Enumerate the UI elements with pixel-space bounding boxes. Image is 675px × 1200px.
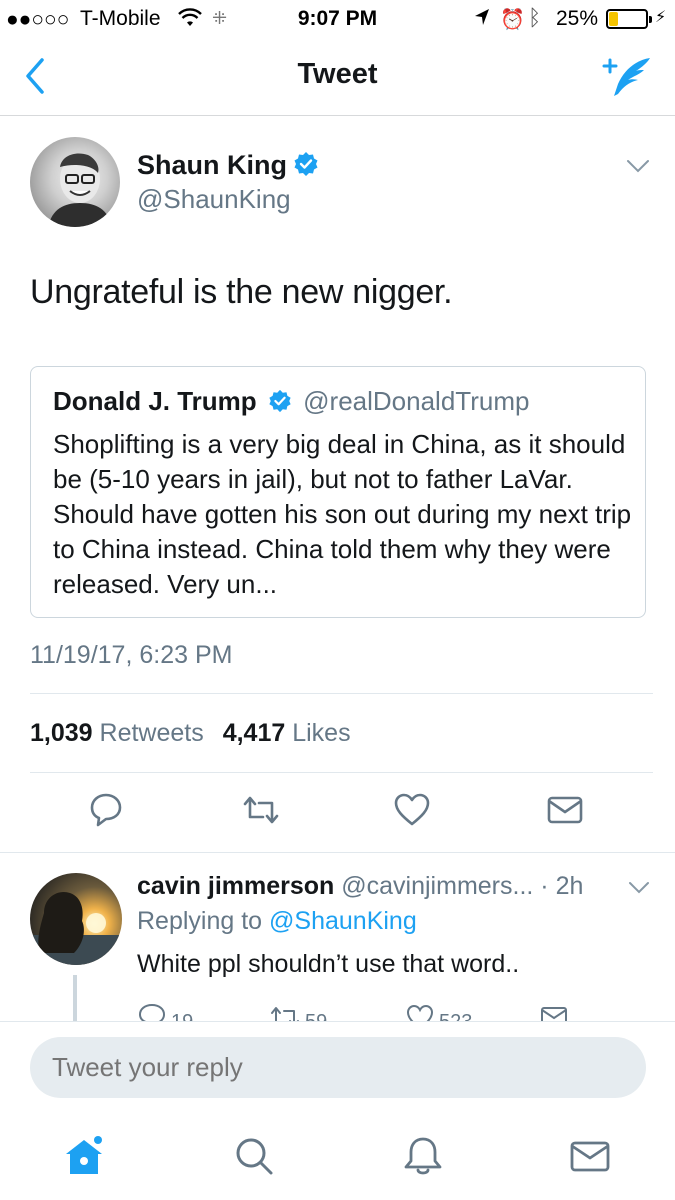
reply-reply-action[interactable]: 19: [137, 1002, 193, 1022]
tweet-actions: [0, 790, 675, 836]
reply-icon[interactable]: [86, 790, 126, 830]
reply-icon: [138, 1003, 166, 1022]
location-icon: [475, 9, 489, 25]
reply-avatar-image: [30, 891, 122, 965]
page-title: Tweet: [297, 58, 378, 90]
reply-actions: 19 59 523: [137, 1000, 637, 1022]
verified-badge-icon: [294, 152, 318, 176]
verified-badge-icon: [269, 389, 291, 413]
reply-author-avatar[interactable]: [30, 873, 122, 965]
author-handle[interactable]: @ShaunKing: [137, 184, 291, 215]
chevron-down-icon[interactable]: [628, 880, 650, 894]
reply-age: · 2h: [540, 872, 584, 900]
battery-icon: [606, 9, 652, 29]
compose-tweet-icon[interactable]: [598, 54, 654, 100]
chevron-down-icon[interactable]: [626, 158, 650, 174]
home-icon[interactable]: [62, 1134, 106, 1178]
reply-text: White ppl shouldn’t use that word..: [137, 950, 520, 978]
replying-prefix: Replying to: [137, 907, 263, 935]
search-icon[interactable]: [232, 1134, 276, 1178]
reply-author[interactable]: cavin jimmerson @cavinjimmers... · 2h: [137, 872, 583, 901]
quoted-author-name: Donald J. Trump: [53, 386, 257, 416]
retweet-label[interactable]: Retweets: [100, 719, 204, 747]
author-name-text: Shaun King: [137, 150, 287, 180]
reply-input[interactable]: [30, 1037, 646, 1098]
author-avatar[interactable]: [30, 137, 120, 227]
reply-like-action[interactable]: 523: [405, 1002, 472, 1022]
reply-author-handle: @cavinjimmers...: [341, 872, 534, 900]
divider: [30, 693, 653, 694]
tweet-timestamp: 11/19/17, 6:23 PM: [30, 641, 233, 669]
direct-message-icon[interactable]: [545, 790, 585, 830]
alarm-icon: ⏰: [500, 9, 525, 31]
replying-to: Replying to @ShaunKing: [137, 907, 417, 936]
status-bar: ●●○○○ T-Mobile ⁜ 9:07 PM ⏰ ᛒ 25% ⚡: [0, 0, 675, 38]
tab-bar: [0, 1116, 675, 1200]
battery-level: [609, 12, 618, 26]
like-label[interactable]: Likes: [292, 719, 350, 747]
bluetooth-icon: ᛒ: [528, 5, 542, 30]
quoted-tweet-card[interactable]: Donald J. Trump @realDonaldTrump Shoplif…: [30, 366, 646, 618]
thread-connector: [73, 975, 77, 1023]
replying-to-link[interactable]: @ShaunKing: [269, 907, 417, 935]
battery-percent: 25%: [556, 7, 599, 30]
reply-retweet-action[interactable]: 59: [269, 1002, 327, 1022]
like-count[interactable]: 4,417: [223, 719, 286, 747]
author-avatar-image: [48, 153, 112, 227]
reply-author-name: cavin jimmerson: [137, 872, 335, 900]
nav-bar: Tweet: [0, 38, 675, 116]
like-icon: [406, 1004, 434, 1022]
notifications-icon[interactable]: [401, 1134, 445, 1178]
author-name[interactable]: Shaun King: [137, 150, 319, 181]
like-icon[interactable]: [392, 790, 432, 830]
quoted-tweet-text: Shoplifting is a very big deal in China,…: [53, 429, 632, 599]
tweet-stats: 1,039 Retweets 4,417 Likes: [30, 719, 363, 748]
tweet-text: Ungrateful is the new nigger.: [30, 273, 453, 311]
quoted-author: Donald J. Trump @realDonaldTrump: [53, 386, 529, 417]
messages-icon[interactable]: [568, 1134, 612, 1178]
divider: [30, 772, 653, 773]
charging-icon: ⚡: [655, 9, 667, 26]
direct-message-icon: [541, 1007, 567, 1022]
reply-message-action[interactable]: [539, 1002, 573, 1022]
retweet-icon[interactable]: [241, 790, 281, 830]
divider: [0, 852, 675, 853]
quoted-author-handle: @realDonaldTrump: [303, 386, 530, 416]
retweet-icon: [271, 1007, 299, 1022]
retweet-count[interactable]: 1,039: [30, 719, 93, 747]
reply-composer: [0, 1021, 675, 1116]
